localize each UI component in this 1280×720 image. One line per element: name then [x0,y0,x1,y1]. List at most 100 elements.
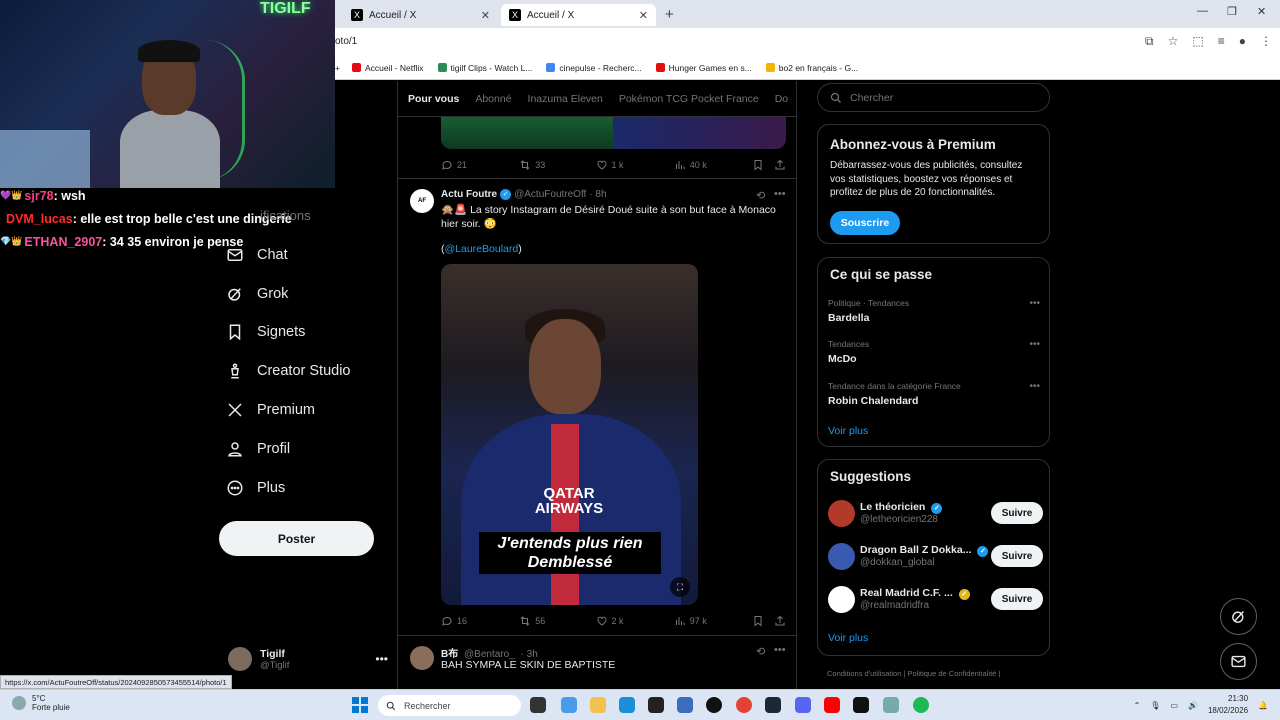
close-window-icon[interactable]: ✕ [1257,5,1266,18]
footer-links[interactable]: Conditions d'utilisation | Politique de … [827,669,1000,678]
trend-item[interactable]: Tendance dans la catégorie France Robin … [828,381,1040,407]
clock[interactable]: 21:30 18/02/2026 [1208,693,1248,717]
follow-button[interactable]: Suivre [991,545,1043,567]
microphone-icon[interactable]: 🎙 [1150,701,1160,710]
address-text[interactable]: oto/1 [335,36,357,47]
weather-widget[interactable]: 5°C Forte pluie [12,694,70,712]
network-icon[interactable]: ▭ [1170,701,1178,710]
nav-item-chat[interactable]: Chat [226,243,288,267]
previous-tweet-media[interactable] [441,117,786,149]
follow-button[interactable]: Suivre [991,588,1043,610]
avatar[interactable]: AF [410,189,434,213]
trend-item[interactable]: Politique · Tendances Bardella ••• [828,298,1040,324]
messages-float-button[interactable] [1220,643,1257,680]
edge-icon[interactable] [619,697,635,713]
app-icon[interactable] [883,697,899,713]
task-view-icon[interactable] [530,697,546,713]
close-tab-icon[interactable]: ✕ [639,9,648,22]
discord-icon[interactable] [795,697,811,713]
steam-icon[interactable] [765,697,781,713]
app-icon[interactable] [677,697,693,713]
tab-inazuma-eleven[interactable]: Inazuma Eleven [528,93,603,105]
restore-icon[interactable]: ❐ [1227,5,1237,18]
suggestion-item[interactable]: Real Madrid C.F. ... ✓ @realmadridfra Su… [828,584,1043,614]
trends-see-more-link[interactable]: Voir plus [828,425,868,437]
chevron-up-icon[interactable]: ⌃ [1134,701,1141,710]
tweet-time[interactable]: · 8h [589,189,606,200]
media-icon[interactable]: ≡ [1218,34,1225,49]
tab-pokemon-tcg[interactable]: Pokémon TCG Pocket France [619,93,759,105]
suggestions-see-more-link[interactable]: Voir plus [828,632,868,644]
extensions-icon[interactable]: ⬚ [1192,34,1203,49]
share-icon[interactable] [774,159,786,171]
notifications-icon[interactable]: 🔔 [1258,701,1268,710]
bookmark-overflow[interactable]: + [335,63,340,73]
nav-item-premium[interactable]: Premium [226,398,315,422]
browser-tab-2[interactable]: X Accueil / X ✕ [501,4,656,26]
bookmark-bo2[interactable]: bo2 en français - G... [765,63,858,73]
more-dots-icon[interactable]: ••• [1029,339,1040,350]
chrome-icon[interactable] [736,697,752,713]
new-tab-button[interactable]: + [665,6,674,23]
bookmark-hunger-games[interactable]: Hunger Games en s... [655,63,752,73]
tweet-author-handle[interactable]: @ActuFoutreOff [514,189,586,200]
post-button[interactable]: Poster [219,521,374,556]
account-switcher[interactable]: Tigilf @Tiglif ••• [228,644,388,674]
more-dots-icon[interactable]: ••• [774,188,786,200]
address-bar[interactable]: oto/1 ⧉ ☆ ⬚ ≡ ● ⋮ [335,28,1280,56]
follow-button[interactable]: Suivre [991,502,1043,524]
grok-icon[interactable]: ⟲ [756,645,765,658]
store-icon[interactable] [648,697,664,713]
copilot-icon[interactable] [561,697,577,713]
like-button[interactable]: 1 k [596,159,674,171]
install-icon[interactable]: ⧉ [1145,34,1154,49]
nav-item-creator-studio[interactable]: Creator Studio [226,359,351,383]
tab-pour-vous[interactable]: Pour vous [408,93,459,105]
bookmark-icon[interactable] [752,615,764,627]
suggestion-item[interactable]: Dragon Ball Z Dokka... ✓ @dokkan_global … [828,541,1043,571]
bookmark-netflix[interactable]: Accueil - Netflix [351,63,424,73]
repost-button[interactable]: 33 [519,159,595,171]
suggestion-item[interactable]: Le théoricien ✓ @letheoricien228 Suivre [828,498,1043,528]
repost-button[interactable]: 56 [519,615,595,627]
share-icon[interactable] [774,615,786,627]
tab-do[interactable]: Do [775,93,788,105]
spotify-icon[interactable] [913,697,929,713]
star-icon[interactable]: ☆ [1168,34,1179,49]
bookmark-cinepulse[interactable]: cinepulse - Recherc... [546,63,642,73]
reply-button[interactable]: 16 [441,615,519,627]
tweet-media[interactable]: QATAR AIRWAYS J'entends plus rien Demble… [441,264,698,605]
avatar[interactable] [410,646,434,670]
grok-icon[interactable]: ⟲ [756,189,765,202]
taskbar-search[interactable]: Rechercher [378,695,521,716]
like-button[interactable]: 2 k [596,615,674,627]
nav-item-profil[interactable]: Profil [226,437,290,461]
more-dots-icon[interactable]: ••• [375,652,388,666]
youtube-icon[interactable] [824,697,840,713]
tiktok-icon[interactable] [853,697,869,713]
search-input[interactable]: Chercher [817,83,1050,112]
bookmark-tigilf-clips[interactable]: tigilf Clips - Watch L... [437,63,532,73]
more-dots-icon[interactable]: ••• [1029,298,1040,309]
nav-item-signets[interactable]: Signets [226,320,305,344]
minimize-icon[interactable]: — [1197,5,1208,17]
views-button[interactable]: 97 k [674,615,752,627]
views-button[interactable]: 40 k [674,159,752,171]
file-explorer-icon[interactable] [590,697,606,713]
start-button[interactable] [352,697,368,713]
nav-item-plus[interactable]: Plus [226,476,285,500]
mention-link[interactable]: @LaureBoulard [445,243,519,255]
more-dots-icon[interactable]: ••• [774,644,786,656]
tab-abonne[interactable]: Abonné [475,93,511,105]
browser-tab-1[interactable]: X Accueil / X ✕ [343,4,498,26]
nav-item-notifications-partial[interactable]: ifications [260,208,311,223]
close-tab-icon[interactable]: ✕ [481,9,490,22]
volume-icon[interactable]: 🔊 [1188,701,1198,710]
bookmark-icon[interactable] [752,159,764,171]
obs-icon[interactable] [706,697,722,713]
more-dots-icon[interactable]: ••• [1029,381,1040,392]
subscribe-button[interactable]: Souscrire [830,211,900,235]
reply-button[interactable]: 21 [441,159,519,171]
media-expand-icon[interactable]: ⛶ [670,577,690,597]
profile-icon[interactable]: ● [1239,34,1246,49]
